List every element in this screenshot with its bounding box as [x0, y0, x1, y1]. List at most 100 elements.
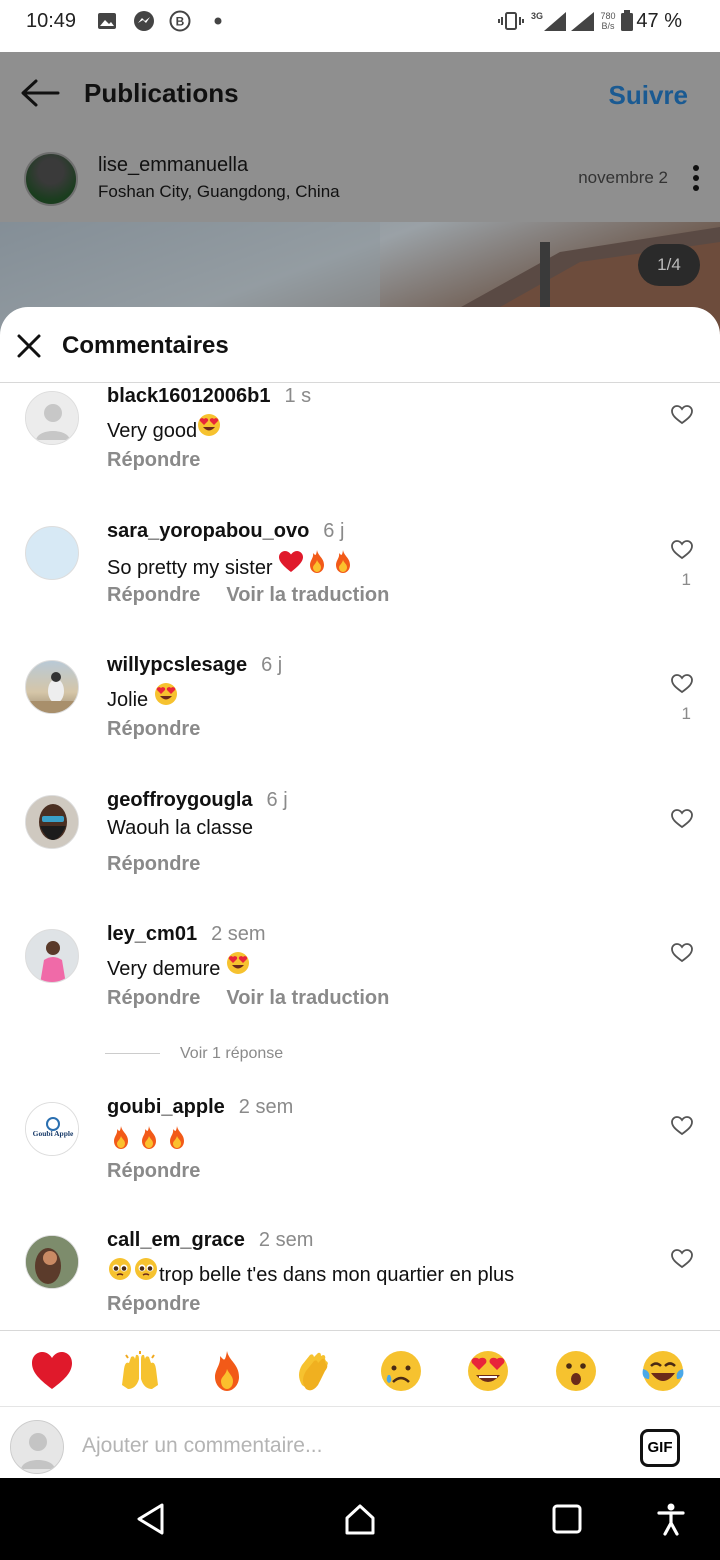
- like-heart-icon[interactable]: [671, 943, 693, 963]
- system-nav-bar: [0, 1478, 720, 1560]
- avatar-photo: [26, 1236, 78, 1288]
- reply-button[interactable]: Répondre: [107, 718, 200, 740]
- status-bar: 10:49 B 3G 780 B/s 47 %: [0, 0, 720, 52]
- post-author-avatar[interactable]: [24, 152, 78, 206]
- sad-face-reaction[interactable]: [379, 1349, 423, 1393]
- heart-eyes-emoji: [154, 682, 178, 710]
- comment-text: Waouh la classe: [107, 817, 253, 839]
- recents-icon[interactable]: [550, 1502, 584, 1536]
- comment-item: ley_cm01 2 sem Very demure Répondre Voir l…: [0, 923, 720, 1039]
- gif-button[interactable]: GIF: [640, 1429, 680, 1467]
- like-heart-icon[interactable]: [671, 809, 693, 829]
- reply-button[interactable]: Répondre: [107, 584, 200, 606]
- comment-avatar[interactable]: [25, 660, 79, 714]
- comment-username[interactable]: ley_cm01 2 sem: [107, 923, 266, 946]
- heart-eyes-reaction[interactable]: [466, 1349, 510, 1393]
- comments-sheet: Commentaires black16012006b1 1 s Very goo…: [0, 307, 720, 1478]
- reply-button[interactable]: Répondre: [107, 449, 200, 471]
- fire-emoji: [107, 1124, 135, 1154]
- like-heart-icon[interactable]: [671, 405, 693, 425]
- comment-item: sara_yoropabou_ovo 6 j So pretty my siste…: [0, 520, 720, 636]
- comment-username[interactable]: geoffroygougla 6 j: [107, 789, 288, 812]
- comment-username[interactable]: sara_yoropabou_ovo 6 j: [107, 520, 344, 543]
- like-heart-icon[interactable]: [671, 1116, 693, 1136]
- pleading-face-emoji: [107, 1257, 133, 1285]
- signal-icon: [571, 12, 594, 31]
- reply-button[interactable]: Répondre: [107, 1160, 200, 1182]
- avatar-photo: [26, 796, 78, 848]
- close-icon[interactable]: [16, 333, 42, 359]
- comment-time: 2 sem: [258, 1229, 314, 1251]
- comment-time: 6 j: [323, 520, 345, 542]
- goubi-apple-logo: Goubi Apple: [26, 1103, 78, 1155]
- clapping-hands-reaction[interactable]: [292, 1349, 336, 1393]
- view-replies-button[interactable]: Voir 1 réponse: [105, 1045, 283, 1063]
- svg-text:3G: 3G: [531, 11, 543, 21]
- surprised-face-reaction[interactable]: [554, 1349, 598, 1393]
- comments-sheet-header: Commentaires: [0, 307, 720, 383]
- reply-button[interactable]: Répondre: [107, 1293, 200, 1315]
- post-date: novembre 2: [578, 168, 668, 187]
- translate-button[interactable]: Voir la traduction: [226, 987, 389, 1009]
- my-avatar: [10, 1420, 64, 1474]
- page-title: Publications: [84, 78, 239, 108]
- comment-avatar[interactable]: [25, 526, 79, 580]
- comment-actions: Répondre Voir la traduction: [107, 987, 389, 1010]
- comment-time: 2 sem: [211, 923, 266, 945]
- avatar-photo: [26, 930, 78, 982]
- comment-avatar[interactable]: [25, 1235, 79, 1289]
- comment-actions: Répondre: [107, 1293, 200, 1316]
- heart-eyes-emoji: [197, 413, 221, 441]
- comment-avatar[interactable]: [25, 929, 79, 983]
- comment-item: willypcslesage 6 j Jolie Répondre 1: [0, 654, 720, 770]
- comment-text: [107, 1124, 191, 1156]
- comment-username[interactable]: black16012006b1 1 s: [107, 385, 311, 408]
- more-options-icon[interactable]: [692, 164, 700, 192]
- comment-time: 6 j: [261, 654, 283, 676]
- like-heart-icon[interactable]: [671, 1249, 693, 1269]
- fire-reaction[interactable]: [205, 1349, 249, 1393]
- fire-emoji: [163, 1124, 191, 1154]
- red-heart-reaction[interactable]: [30, 1349, 74, 1393]
- net-speed: 780 B/s: [600, 11, 616, 31]
- reply-button[interactable]: Répondre: [107, 853, 200, 875]
- comment-actions: Répondre: [107, 853, 200, 876]
- comment-avatar[interactable]: Goubi Apple: [25, 1102, 79, 1156]
- quick-reactions-bar: [0, 1330, 720, 1407]
- comment-time: 1 s: [284, 385, 312, 407]
- fire-emoji: [304, 548, 330, 578]
- tears-of-joy-reaction[interactable]: [641, 1349, 685, 1393]
- like-heart-icon[interactable]: [671, 540, 693, 560]
- reply-button[interactable]: Répondre: [107, 987, 200, 1009]
- comment-text: trop belle t'es dans mon quartier en plu…: [107, 1257, 514, 1287]
- comment-actions: Répondre Voir la traduction: [107, 584, 389, 607]
- comment-username[interactable]: goubi_apple 2 sem: [107, 1096, 293, 1119]
- dot-icon: [214, 17, 222, 25]
- back-arrow-icon[interactable]: [20, 78, 60, 108]
- comment-avatar[interactable]: [25, 391, 79, 445]
- comment-input[interactable]: [82, 1429, 602, 1463]
- comment-actions: Répondre: [107, 1160, 200, 1183]
- comment-text: Very demure: [107, 951, 250, 981]
- comment-username[interactable]: call_em_grace 2 sem: [107, 1229, 313, 1252]
- home-icon[interactable]: [343, 1502, 377, 1536]
- accessibility-icon[interactable]: [654, 1502, 688, 1536]
- default-avatar-icon: [26, 392, 78, 444]
- comment-composer: GIF: [0, 1407, 720, 1478]
- like-heart-icon[interactable]: [671, 674, 693, 694]
- translate-button[interactable]: Voir la traduction: [226, 584, 389, 606]
- back-icon[interactable]: [134, 1502, 168, 1536]
- vibrate-icon: [498, 12, 524, 30]
- svg-text:B: B: [176, 15, 185, 29]
- post-author-username[interactable]: lise_emmanuella: [98, 154, 248, 177]
- follow-button[interactable]: Suivre: [609, 80, 689, 111]
- comments-title: Commentaires: [62, 332, 229, 359]
- comment-avatar[interactable]: [25, 795, 79, 849]
- raised-hands-reaction[interactable]: [118, 1349, 162, 1393]
- comment-text: Very good: [107, 413, 221, 443]
- comment-item: call_em_grace 2 sem trop belle t'es dans …: [0, 1229, 720, 1345]
- comment-item: black16012006b1 1 s Very good Répondre: [0, 385, 720, 501]
- comment-username[interactable]: willypcslesage 6 j: [107, 654, 282, 677]
- post-location[interactable]: Foshan City, Guangdong, China: [98, 182, 340, 202]
- comment-time: 2 sem: [238, 1096, 294, 1118]
